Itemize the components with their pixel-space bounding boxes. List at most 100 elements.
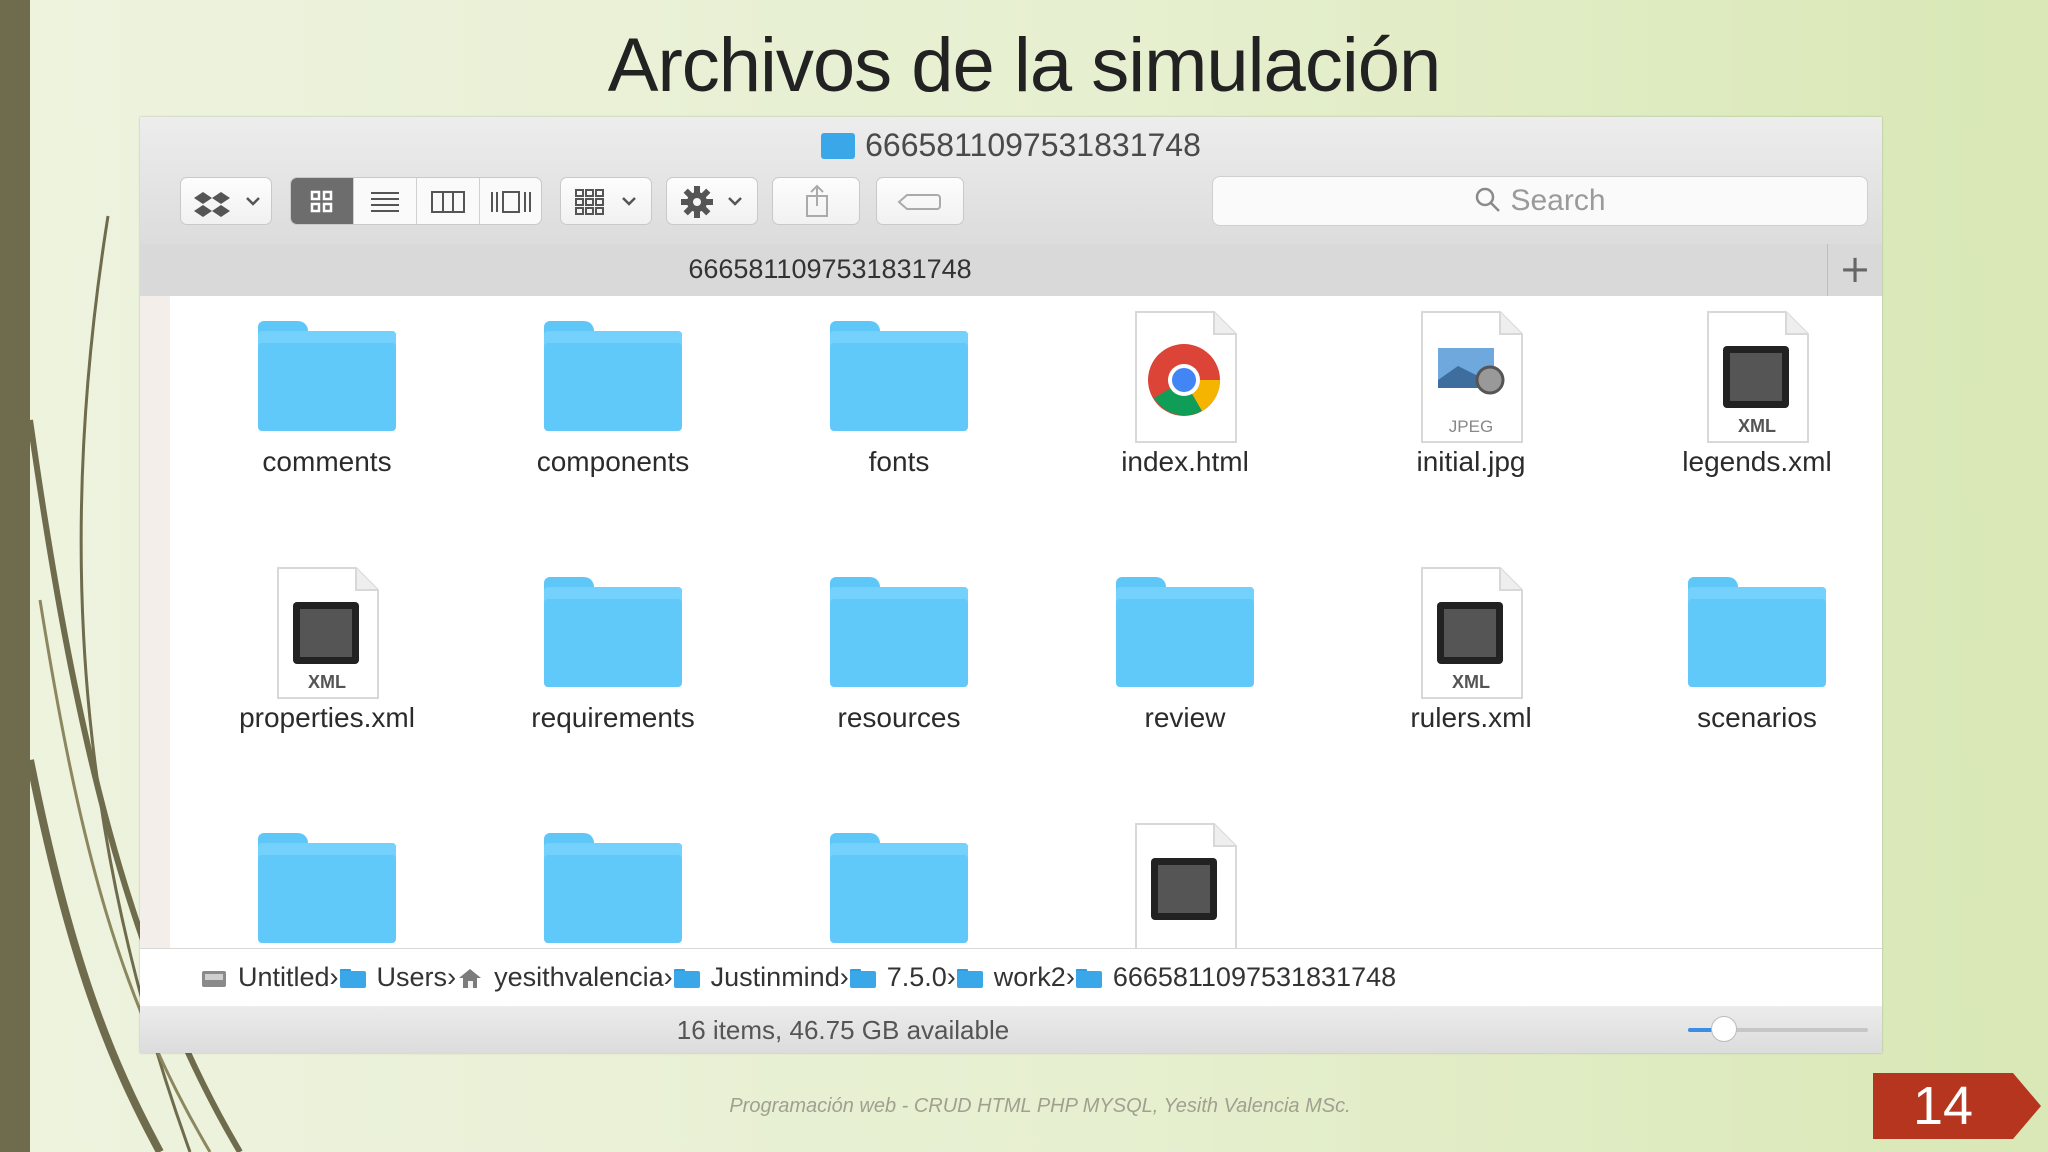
window-title: 6665811097531831748 (140, 127, 1882, 164)
jpeg-document-icon: JPEG (1421, 311, 1523, 443)
folder-item[interactable]: components (470, 296, 756, 478)
xml-document-icon: XML (1421, 567, 1523, 699)
arrange-button[interactable] (560, 177, 652, 225)
folder-icon (339, 968, 366, 988)
item-name: initial.jpg (1416, 446, 1526, 477)
file-item[interactable]: XML legends.xml (1614, 296, 1882, 478)
chevron-right-icon: › (946, 962, 956, 992)
xml-document-icon: XML (277, 567, 379, 699)
item-name: comments (262, 446, 392, 477)
coverflow-view-button[interactable] (480, 178, 541, 224)
folder-item[interactable]: resources (756, 552, 1042, 734)
folder-icon (258, 833, 396, 943)
path-crumb-label: Users (376, 962, 448, 992)
chevron-right-icon: › (663, 962, 673, 992)
slide-footer: Programación web - CRUD HTML PHP MYSQL, … (729, 1095, 1351, 1117)
search-field[interactable]: Search (1212, 176, 1868, 226)
path-crumb[interactable]: work2 (956, 962, 1066, 993)
path-crumb-label: Justinmind (710, 962, 840, 992)
item-name: resources (837, 702, 961, 733)
chevron-right-icon: › (839, 962, 849, 992)
coverflow-view-icon (491, 191, 531, 213)
svg-text:XML: XML (1738, 416, 1776, 436)
home-icon (459, 968, 482, 988)
path-crumb[interactable]: Users (339, 962, 448, 993)
folder-icon (830, 833, 968, 943)
tags-button[interactable] (876, 177, 964, 225)
item-name: legends.xml (1682, 446, 1832, 477)
icon-view-button[interactable] (291, 178, 354, 224)
item-name: components (536, 446, 690, 477)
folder-icon (544, 833, 682, 943)
slider-knob[interactable] (1711, 1016, 1737, 1042)
icon-view-icon (310, 190, 333, 213)
column-view-icon (431, 191, 465, 213)
disk-icon (202, 970, 226, 987)
view-mode-segment[interactable] (290, 177, 542, 225)
folder-item[interactable] (184, 808, 470, 958)
path-crumb[interactable]: Justinmind (673, 962, 840, 993)
path-crumb[interactable]: 6665811097531831748 (1075, 962, 1396, 993)
folder-item[interactable] (756, 808, 1042, 958)
folder-icon (1116, 577, 1254, 687)
folder-icon (258, 321, 396, 431)
folder-item[interactable]: scenarios (1614, 552, 1882, 734)
item-name: fonts (868, 446, 930, 477)
add-tab-button[interactable]: + (1827, 244, 1882, 296)
file-item[interactable]: index.html (1042, 296, 1328, 478)
search-placeholder: Search (1510, 184, 1606, 217)
item-name: rulers.xml (1410, 702, 1532, 733)
path-crumb-label: 6665811097531831748 (1112, 962, 1397, 992)
folder-item[interactable]: requirements (470, 552, 756, 734)
folder-icon (830, 321, 968, 431)
folder-icon (849, 968, 876, 988)
item-name: index.html (1121, 446, 1249, 477)
folder-icon (673, 968, 700, 988)
folder-icon (1075, 968, 1102, 988)
folder-item[interactable]: review (1042, 552, 1328, 734)
tab-bar: 6665811097531831748 + (140, 244, 1882, 297)
icon-size-slider[interactable] (1688, 1016, 1868, 1042)
gear-icon (681, 186, 742, 218)
slide-title: Archivos de la simulación (607, 23, 1442, 108)
path-crumb[interactable]: Untitled (200, 962, 330, 993)
folder-item[interactable]: comments (184, 296, 470, 478)
path-crumb-label: work2 (993, 962, 1066, 992)
file-item[interactable] (1042, 808, 1328, 958)
status-text: 16 items, 46.75 GB available (676, 1015, 1010, 1045)
arrange-icon (575, 189, 636, 215)
status-bar: 16 items, 46.75 GB available (140, 1006, 1882, 1053)
dropbox-button[interactable] (180, 177, 272, 225)
file-item[interactable]: XML properties.xml (184, 552, 470, 734)
folder-icon (821, 133, 856, 159)
path-crumb[interactable]: yesithvalencia (456, 962, 664, 993)
path-crumb-label: 7.5.0 (886, 962, 947, 992)
path-crumb[interactable]: 7.5.0 (849, 962, 947, 993)
xml-document-icon (1135, 823, 1237, 955)
list-view-button[interactable] (354, 178, 417, 224)
xml-document-icon: XML (1707, 311, 1809, 443)
folder-item[interactable] (470, 808, 756, 958)
list-view-icon (371, 192, 399, 212)
svg-text:JPEG: JPEG (1449, 417, 1493, 436)
folder-icon (830, 577, 968, 687)
share-button[interactable] (772, 177, 860, 225)
action-button[interactable] (666, 177, 758, 225)
file-grid: comments components fonts index.html JPEG ini… (140, 296, 1882, 955)
chrome-document-icon (1135, 311, 1237, 443)
search-icon (1474, 181, 1502, 229)
tab-current[interactable]: 6665811097531831748 (140, 254, 1520, 285)
file-item[interactable]: XML rulers.xml (1328, 552, 1614, 734)
chevron-right-icon: › (329, 962, 339, 992)
item-name: requirements (531, 702, 695, 733)
column-view-button[interactable] (417, 178, 480, 224)
path-crumb-label: yesithvalencia (494, 962, 664, 992)
file-item[interactable]: JPEG initial.jpg (1328, 296, 1614, 478)
folder-item[interactable]: fonts (756, 296, 1042, 478)
item-name: properties.xml (239, 702, 415, 733)
share-icon (806, 184, 828, 217)
path-crumb-label: Untitled (238, 962, 330, 992)
svg-text:XML: XML (1452, 672, 1490, 692)
chevron-right-icon: › (1065, 962, 1075, 992)
page-number: 14 (1912, 1076, 1974, 1136)
